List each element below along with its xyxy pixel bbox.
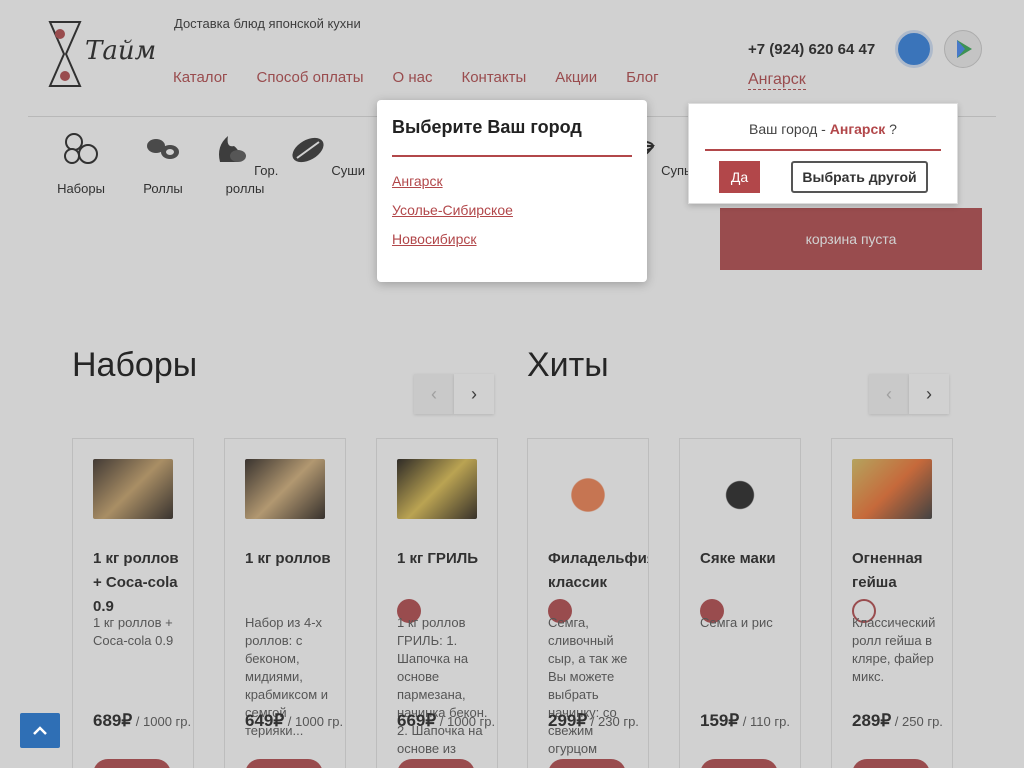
city-popup-title: Выберите Ваш город [392, 117, 632, 157]
city-option-link[interactable]: Усолье-Сибирское [392, 202, 513, 218]
city-option-link[interactable]: Ангарск [392, 173, 443, 189]
city-option: Ангарск [392, 173, 632, 189]
confirm-city-name: Ангарск [829, 121, 886, 137]
city-confirm-popover: Ваш город - Ангарск ? Да Выбрать другой [688, 103, 958, 204]
city-list: Ангарск Усолье-Сибирское Новосибирск [392, 173, 632, 247]
scroll-to-top-button[interactable] [20, 713, 60, 748]
city-confirm-question: Ваш город - Ангарск ? [705, 121, 941, 151]
chevron-up-icon [33, 725, 47, 735]
city-option: Новосибирск [392, 231, 632, 247]
city-option: Усолье-Сибирское [392, 202, 632, 218]
confirm-yes-button[interactable]: Да [719, 161, 760, 193]
choose-other-city-button[interactable]: Выбрать другой [791, 161, 928, 193]
city-select-popup: Выберите Ваш город Ангарск Усолье-Сибирс… [377, 100, 647, 282]
city-option-link[interactable]: Новосибирск [392, 231, 477, 247]
